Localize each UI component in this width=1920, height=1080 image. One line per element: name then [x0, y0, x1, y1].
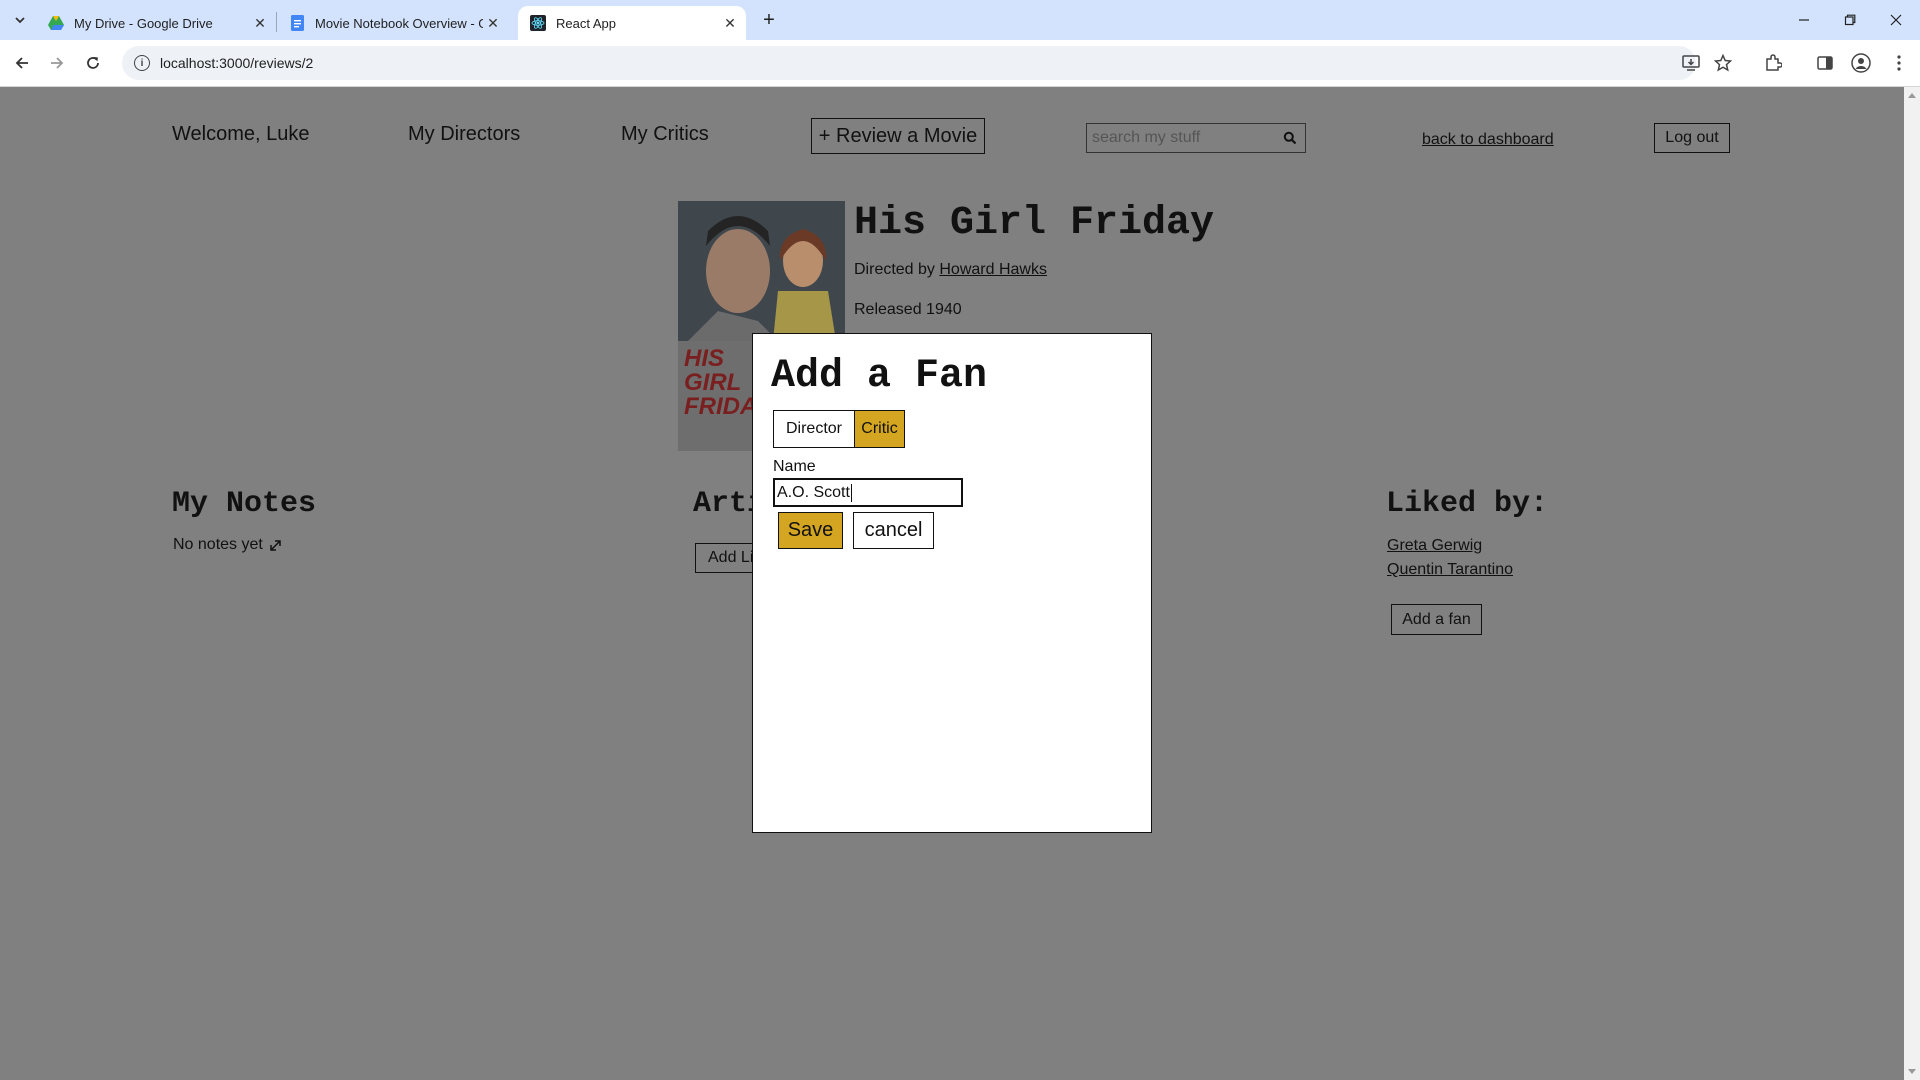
- expand-icon[interactable]: [270, 539, 281, 551]
- tab-title: My Drive - Google Drive: [74, 15, 213, 31]
- directed-by-label: Directed by: [854, 261, 940, 278]
- search-icon[interactable]: [1275, 131, 1305, 145]
- nav-my-directors[interactable]: My Directors: [408, 123, 520, 146]
- add-a-fan-button[interactable]: Add a fan: [1391, 604, 1482, 635]
- search-input[interactable]: search my stuff: [1092, 129, 1275, 147]
- my-notes-heading: My Notes: [172, 487, 317, 521]
- review-a-movie-button[interactable]: + Review a Movie: [811, 118, 985, 154]
- browser-toolbar: i localhost:3000/reviews/2: [0, 40, 1920, 87]
- new-tab-plus-icon[interactable]: +: [754, 0, 784, 40]
- search-box[interactable]: search my stuff: [1086, 123, 1306, 153]
- notes-empty: No notes yet: [173, 536, 281, 554]
- cancel-button[interactable]: cancel: [853, 512, 934, 549]
- liked-by-item[interactable]: Greta Gerwig: [1387, 537, 1482, 555]
- page-scrollbar[interactable]: [1904, 87, 1920, 1080]
- liked-by-item[interactable]: Quentin Tarantino: [1387, 561, 1513, 579]
- url-text: localhost:3000/reviews/2: [160, 55, 314, 71]
- close-tab-icon[interactable]: ✕: [720, 13, 740, 33]
- back-to-dashboard-link[interactable]: back to dashboard: [1422, 131, 1554, 149]
- google-docs-icon: [289, 15, 305, 31]
- tab-movie-notebook[interactable]: Movie Notebook Overview - Goo ✕: [277, 6, 503, 40]
- address-bar[interactable]: i localhost:3000/reviews/2: [122, 46, 1696, 80]
- site-info-icon[interactable]: i: [134, 55, 150, 71]
- minimize-icon[interactable]: [1781, 0, 1827, 40]
- close-tab-icon[interactable]: ✕: [250, 13, 270, 33]
- fan-type-toggle: Director Critic: [773, 410, 905, 448]
- name-input[interactable]: A.O. Scott: [773, 478, 963, 507]
- logout-button[interactable]: Log out: [1654, 123, 1730, 153]
- restore-icon[interactable]: [1827, 0, 1873, 40]
- close-window-icon[interactable]: [1873, 0, 1919, 40]
- install-app-icon[interactable]: [1678, 50, 1704, 76]
- nav-my-critics[interactable]: My Critics: [621, 123, 709, 146]
- director-link[interactable]: Howard Hawks: [939, 261, 1047, 278]
- browser-tab-bar: My Drive - Google Drive ✕ Movie Notebook…: [0, 0, 1920, 40]
- no-notes-text: No notes yet: [173, 536, 263, 553]
- extensions-icon[interactable]: [1760, 50, 1786, 76]
- critic-option[interactable]: Critic: [854, 410, 905, 448]
- scroll-up-arrow-icon[interactable]: [1908, 93, 1916, 98]
- react-icon: [530, 15, 546, 31]
- add-fan-modal: Add a Fan Director Critic Name A.O. Scot…: [752, 333, 1152, 833]
- modal-title: Add a Fan: [771, 354, 988, 399]
- side-panel-icon[interactable]: [1812, 50, 1838, 76]
- profile-avatar-icon[interactable]: [1848, 50, 1874, 76]
- reload-icon[interactable]: [78, 48, 108, 78]
- tab-google-drive[interactable]: My Drive - Google Drive ✕: [36, 6, 270, 40]
- tab-search-chevron-icon[interactable]: [0, 0, 40, 40]
- tab-react-app[interactable]: React App ✕: [518, 6, 746, 40]
- directed-by-line: Directed by Howard Hawks: [854, 261, 1047, 279]
- welcome-text: Welcome, Luke: [172, 123, 310, 145]
- liked-by-heading: Liked by:: [1386, 487, 1549, 521]
- back-arrow-icon[interactable]: [7, 48, 37, 78]
- browser-menu-icon[interactable]: [1886, 50, 1912, 76]
- page-overlay: Welcome, Luke My Directors My Critics + …: [0, 87, 1904, 1080]
- save-button[interactable]: Save: [778, 512, 843, 549]
- forward-arrow-icon[interactable]: [42, 48, 72, 78]
- tab-title: React App: [556, 15, 616, 31]
- movie-title: His Girl Friday: [854, 201, 1215, 246]
- director-option[interactable]: Director: [773, 410, 855, 448]
- bookmark-star-icon[interactable]: [1710, 50, 1736, 76]
- name-input-value: A.O. Scott: [777, 483, 850, 501]
- tab-title: Movie Notebook Overview - Goo: [315, 15, 483, 31]
- release-year: Released 1940: [854, 301, 962, 318]
- google-drive-icon: [48, 15, 64, 31]
- scroll-down-arrow-icon[interactable]: [1908, 1069, 1916, 1074]
- text-caret: [850, 483, 852, 502]
- close-tab-icon[interactable]: ✕: [483, 13, 503, 33]
- name-label: Name: [773, 458, 816, 475]
